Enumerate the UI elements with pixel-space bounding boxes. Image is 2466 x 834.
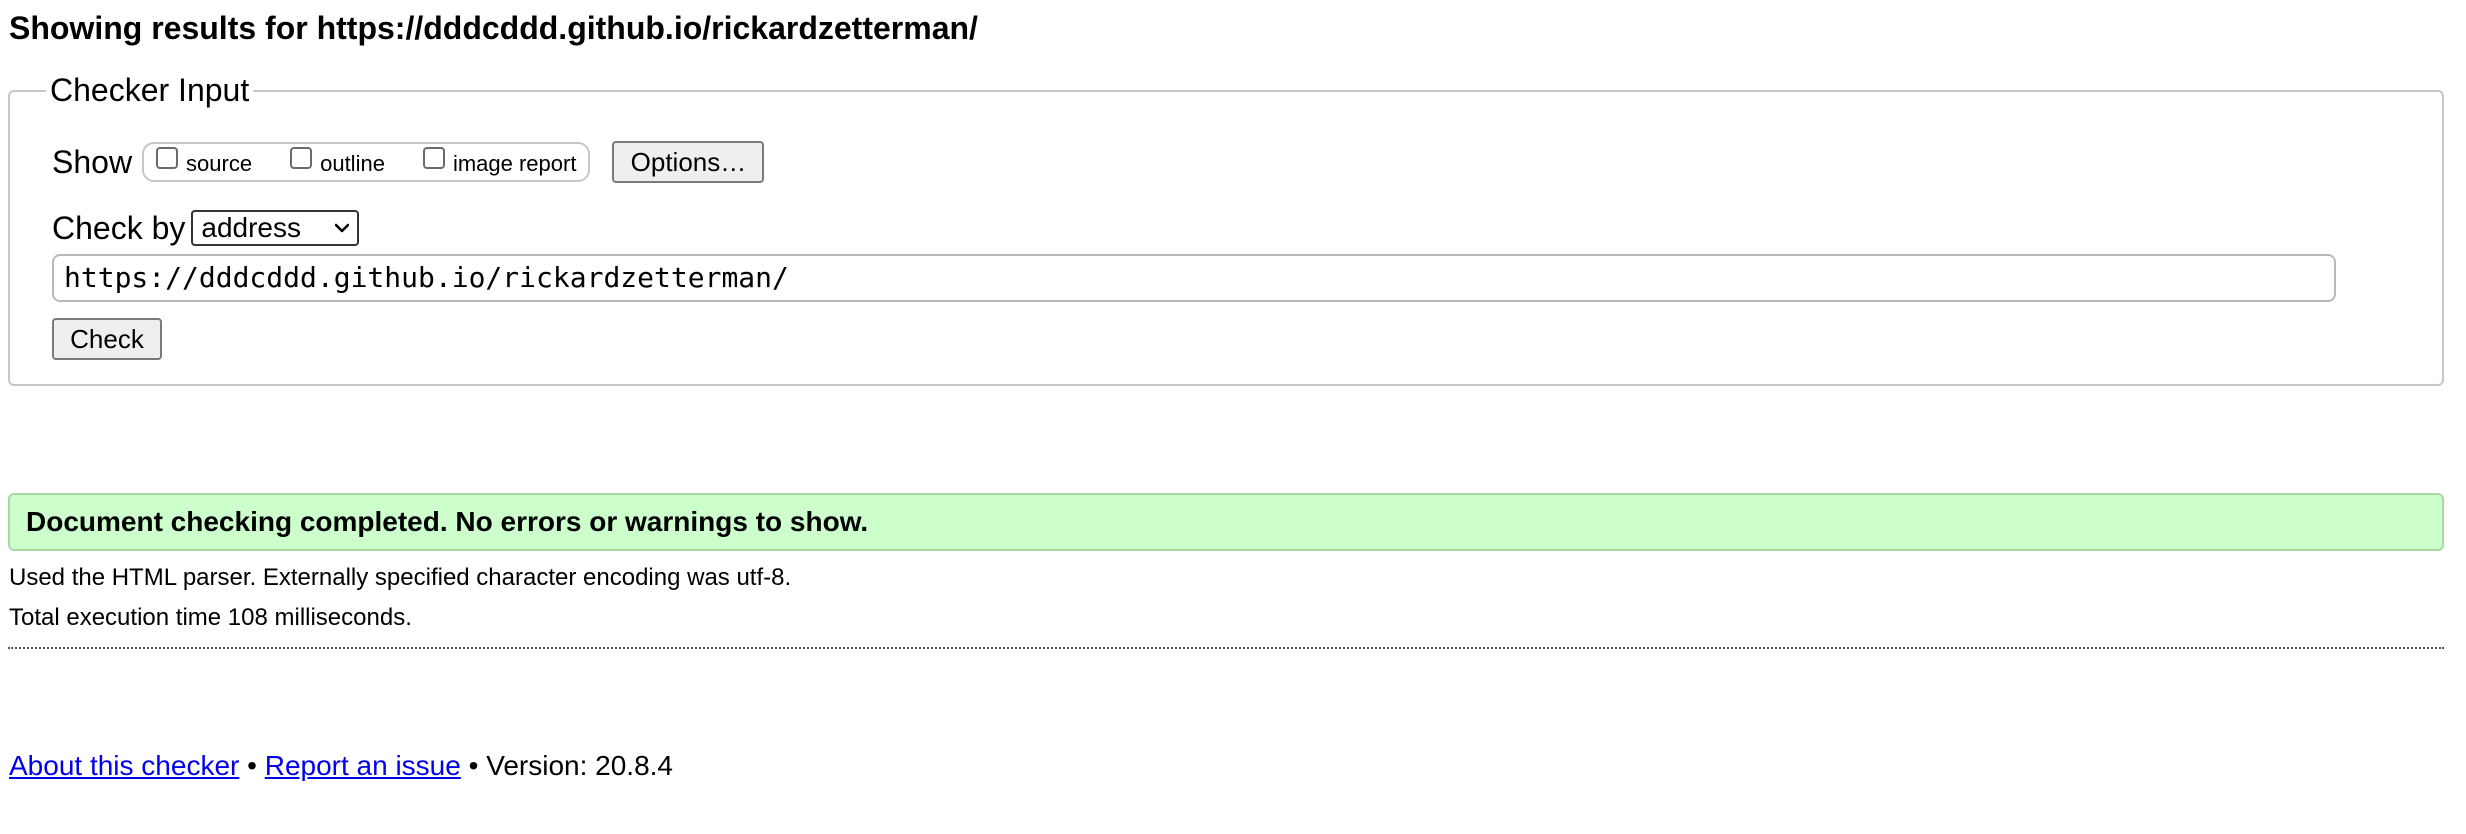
check-button[interactable]: Check [52, 318, 162, 360]
dotted-divider [8, 647, 2444, 649]
check-by-select[interactable]: address [191, 210, 360, 246]
parser-info: Used the HTML parser. Externally specifi… [9, 564, 792, 591]
check-by-label: Check by [52, 210, 186, 246]
execution-time: Total execution time 108 milliseconds. [9, 604, 412, 631]
footer-separator: • [468, 750, 479, 781]
source-checkbox-label: source [186, 151, 253, 176]
show-options-group: source outline image report [142, 142, 591, 182]
outline-checkbox[interactable] [290, 147, 313, 169]
page-title: Showing results for https://dddcddd.gith… [9, 10, 978, 46]
footer-separator: • [247, 750, 257, 781]
show-options-row: Show source outline image report Options… [52, 140, 765, 184]
image-report-checkbox[interactable] [422, 147, 445, 169]
options-button[interactable]: Options… [612, 141, 765, 183]
url-input[interactable]: https://dddcddd.github.io/rickardzetterm… [52, 254, 2336, 302]
check-by-row: Check by address [52, 208, 360, 248]
source-checkbox[interactable] [156, 147, 179, 169]
report-issue-link[interactable]: Report an issue [265, 750, 461, 781]
check-by-selected-value: address [201, 212, 302, 243]
about-checker-link[interactable]: About this checker [9, 750, 239, 781]
footer: About this checker • Report an issue • V… [9, 748, 673, 784]
checker-input-legend: Checker Input [46, 72, 254, 108]
chevron-down-icon [335, 221, 350, 235]
image-report-checkbox-option[interactable]: image report [422, 146, 577, 178]
success-message: Document checking completed. No errors o… [8, 493, 2444, 551]
source-checkbox-option[interactable]: source [156, 146, 252, 178]
version-text: Version: 20.8.4 [486, 750, 674, 781]
image-report-checkbox-label: image report [452, 151, 577, 176]
outline-checkbox-option[interactable]: outline [290, 146, 385, 178]
outline-checkbox-label: outline [320, 151, 385, 176]
show-label: Show [52, 144, 133, 180]
checker-input-fieldset: Checker Input Show source outline image … [8, 72, 2444, 386]
